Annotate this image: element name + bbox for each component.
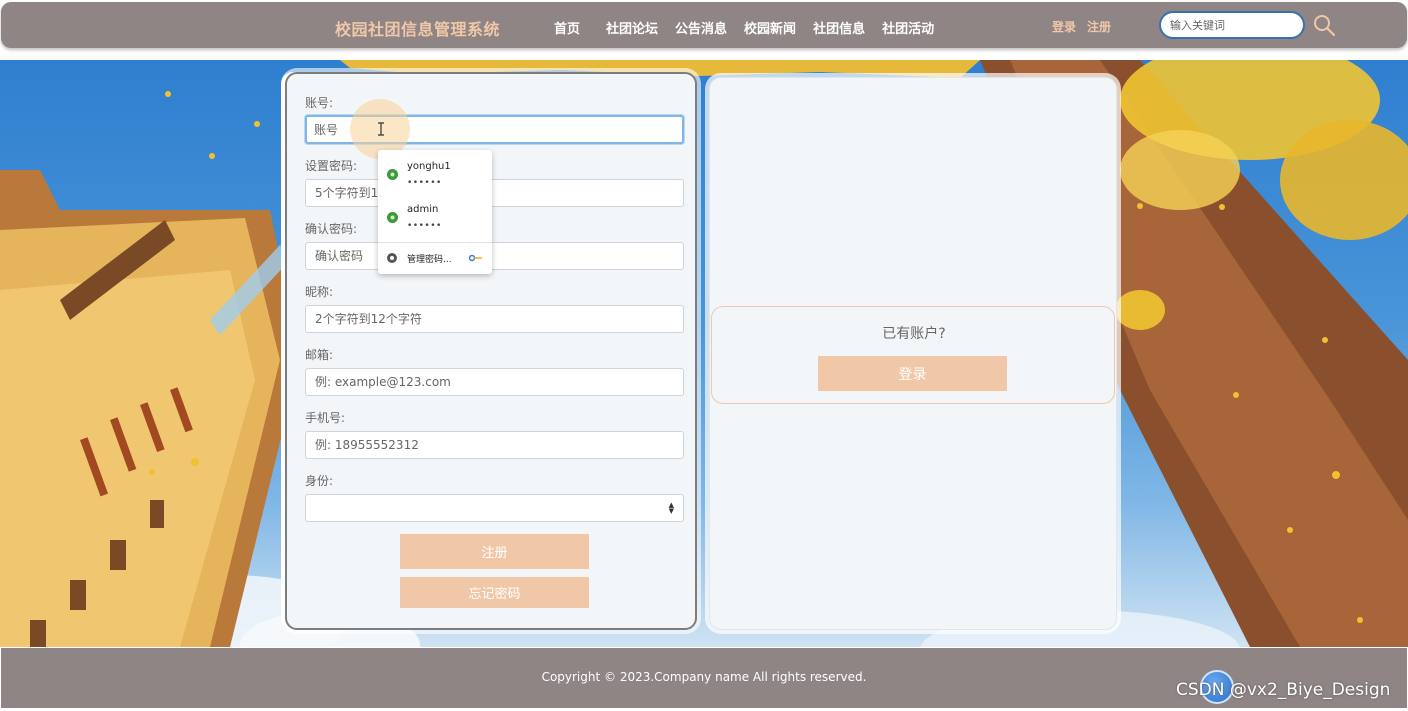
search-input[interactable] xyxy=(1159,11,1305,39)
watermark: CSDN @vx2_Biye_Design xyxy=(1176,680,1391,700)
nav-club-info[interactable]: 社团信息 xyxy=(813,18,865,37)
text-cursor-icon xyxy=(378,122,384,136)
autofill-password-mask: •••••• xyxy=(407,221,442,231)
header-login-link[interactable]: 登录 xyxy=(1052,18,1076,35)
autofill-account-yonghu1[interactable]: yonghu1 •••••• xyxy=(378,154,492,196)
forgot-password-button[interactable]: 忘记密码 xyxy=(400,577,589,608)
autofill-dropdown: yonghu1 •••••• admin •••••• 管理密码... xyxy=(378,150,492,274)
nav-home[interactable]: 首页 xyxy=(554,18,580,37)
nickname-label: 昵称: xyxy=(305,285,334,299)
key-avatar-icon xyxy=(387,212,398,223)
phone-label: 手机号: xyxy=(305,411,346,425)
main-nav: 首页 社团论坛 公告消息 校园新闻 社团信息 社团活动 xyxy=(554,18,951,37)
select-arrows-icon: ▲ ▼ xyxy=(668,501,674,515)
header-register-link[interactable]: 注册 xyxy=(1087,18,1111,35)
identity-label: 身份: xyxy=(305,474,334,488)
campus-illustration xyxy=(0,60,1408,647)
chrome-icon xyxy=(387,253,397,263)
account-label: 账号: xyxy=(305,96,334,110)
password-input[interactable] xyxy=(305,179,684,207)
nav-forum[interactable]: 社团论坛 xyxy=(606,18,658,37)
background-scene xyxy=(0,60,1408,647)
nickname-input[interactable] xyxy=(305,305,684,333)
key-avatar-icon xyxy=(387,169,398,180)
nav-club-activities[interactable]: 社团活动 xyxy=(882,18,934,37)
phone-input[interactable] xyxy=(305,431,684,459)
confirm-password-label: 确认密码: xyxy=(305,222,358,236)
autofill-username: admin xyxy=(407,204,439,215)
confirm-password-input[interactable] xyxy=(305,242,684,270)
autofill-password-mask: •••••• xyxy=(407,178,442,188)
email-input[interactable] xyxy=(305,368,684,396)
search-icon[interactable] xyxy=(1312,13,1336,37)
register-button[interactable]: 注册 xyxy=(400,534,589,569)
autofill-divider xyxy=(378,242,492,243)
manage-passwords-label: 管理密码... xyxy=(407,255,452,265)
identity-select[interactable]: ▲ ▼ xyxy=(305,494,684,522)
nav-announcements[interactable]: 公告消息 xyxy=(675,18,727,37)
password-label: 设置密码: xyxy=(305,159,358,173)
auth-links: 登录 注册 xyxy=(1052,18,1122,35)
existing-account-question: 已有账户? xyxy=(882,326,946,342)
autofill-username: yonghu1 xyxy=(407,161,451,172)
email-label: 邮箱: xyxy=(305,348,334,362)
key-icon xyxy=(469,254,482,262)
login-button[interactable]: 登录 xyxy=(818,356,1007,391)
site-title[interactable]: 校园社团信息管理系统 xyxy=(335,16,500,40)
nav-campus-news[interactable]: 校园新闻 xyxy=(744,18,796,37)
autofill-manage-passwords[interactable]: 管理密码... xyxy=(378,244,492,272)
autofill-account-admin[interactable]: admin •••••• xyxy=(378,197,492,239)
